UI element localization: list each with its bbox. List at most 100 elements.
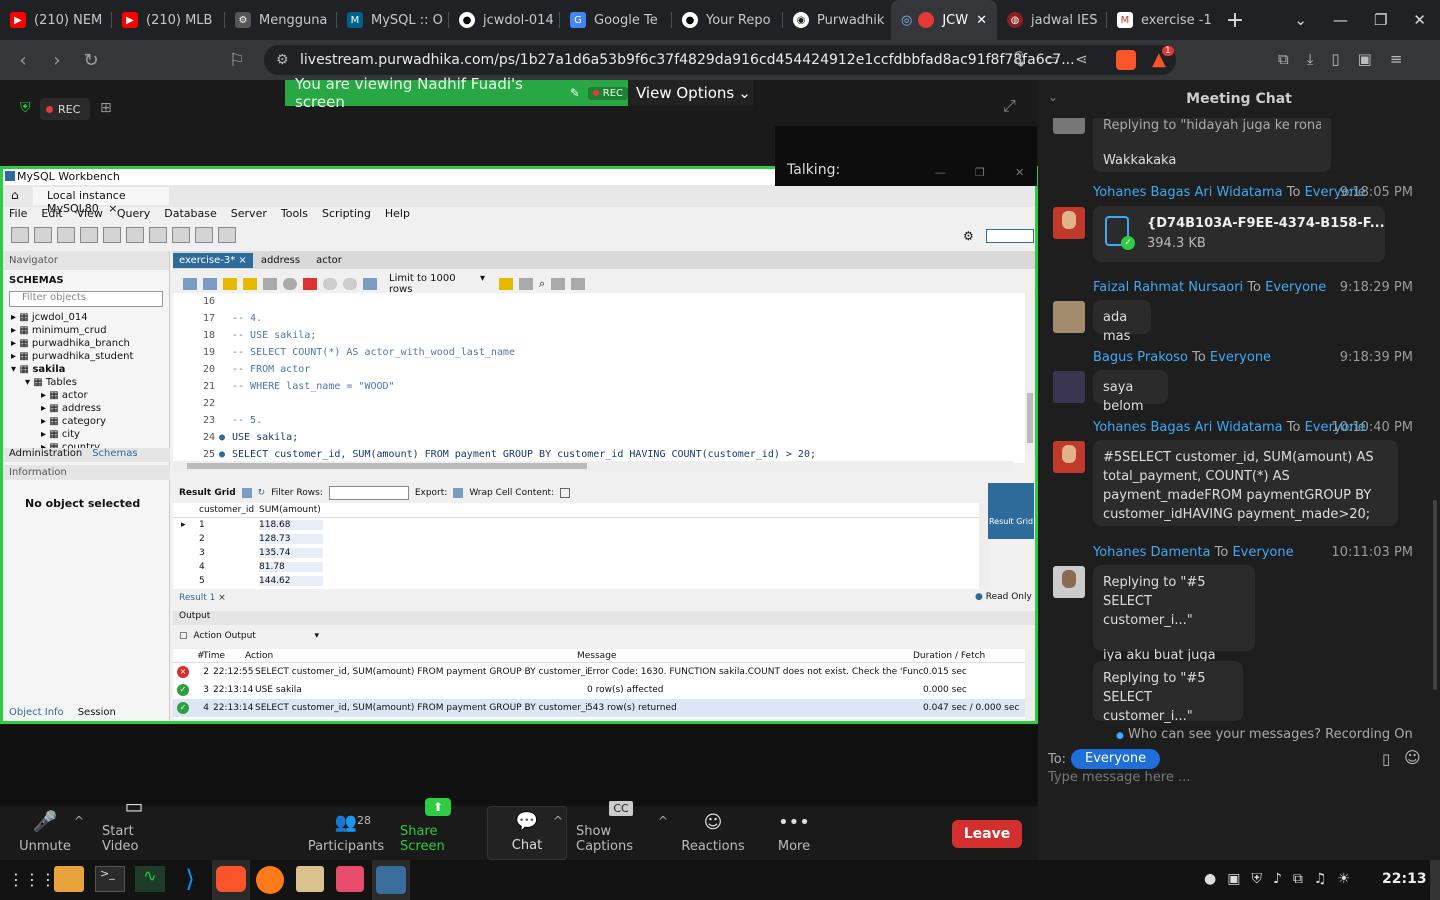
menu-icon[interactable]: ≡ [1390,50,1403,68]
app-grid-icon[interactable]: ⋮⋮⋮ [8,870,56,889]
view-options-button[interactable]: View Options ⌄ [628,80,753,106]
schema-item[interactable]: ▸ ▦ purwadhika_branch [11,337,169,350]
session-tab[interactable]: Session [78,707,116,718]
chat-scrollbar[interactable] [1433,500,1437,690]
minimize-icon[interactable]: — [935,166,946,179]
grid-view-icon[interactable]: ⊞ [100,100,112,116]
menu-file[interactable]: File [9,207,27,225]
result-1-tab[interactable]: Result 1 × [179,593,226,603]
tab-search-icon[interactable]: ⌄ [1294,11,1307,29]
open-file-icon[interactable] [183,278,197,290]
audio-options-icon[interactable]: ^ [74,814,84,828]
audio-icon[interactable]: ♫ [1314,871,1327,887]
brave-shield-icon[interactable] [1116,50,1136,70]
browser-tab[interactable]: ● jcwdol-014 [449,0,560,40]
create-table-icon[interactable] [103,227,121,243]
table-cell[interactable]: 1 [199,520,259,530]
column-header[interactable]: SUM(amount) [259,505,321,515]
brightness-icon[interactable]: ☀ [1337,871,1350,887]
terminal-icon[interactable]: >_ [95,866,125,892]
filter-objects-input[interactable]: Filter objects [9,291,163,307]
recording-notice[interactable]: ● Who can see your messages? Recording O… [1116,727,1413,742]
explain-icon[interactable] [263,278,277,290]
beautify-icon[interactable] [519,278,533,290]
output-row[interactable]: ✓ 4 22:13:14 SELECT customer_id, SUM(amount… [173,699,1025,717]
menu-help[interactable]: Help [385,207,410,225]
minimize-icon[interactable]: — [1333,11,1348,29]
site-info-icon[interactable]: ⚙ [276,52,289,68]
table-cell[interactable]: 3 [199,548,259,558]
result-grid-side-button[interactable]: Result Grid [988,483,1034,539]
browser-tab-active[interactable]: ◎ JCW ✕ [891,0,997,40]
chat-options-icon[interactable]: ^ [553,814,563,828]
table-cell[interactable]: 5 [199,576,259,586]
user-icon[interactable]: ● [1204,871,1216,887]
close-icon[interactable]: ✕ [1015,166,1024,179]
vscode-icon[interactable]: ⟩ [175,866,205,892]
schema-item[interactable]: ▸ ▦ purwadhika_student [11,350,169,363]
captions-options-icon[interactable]: ^ [658,814,668,828]
schema-item[interactable]: ▸ ▦ minimum_crud [11,324,169,337]
menu-edit[interactable]: Edit [41,207,62,225]
start-video-button[interactable]: ▭ Start Video [102,794,166,860]
output-row[interactable]: ✓ 3 22:13:14 USE sakila 0 row(s) affected 0.0… [173,681,1025,699]
browser-tab[interactable]: ▶ (210) NEM [0,0,112,40]
leave-button[interactable]: Leave [952,820,1022,848]
create-view-icon[interactable] [126,227,144,243]
wallet-icon[interactable]: ▣ [1358,50,1372,68]
layout-toggle-icon[interactable] [986,229,1034,243]
execute-line-icon[interactable] [243,278,257,290]
reconnect-icon[interactable] [218,227,236,243]
find-icon[interactable]: ⌕ [539,277,545,291]
show-captions-button[interactable]: CC Show Captions [576,801,666,860]
administration-tab[interactable]: Administration [9,448,82,462]
instance-tab[interactable]: Local instance MySQL80 × [33,187,169,215]
table-cell[interactable]: 2 [199,534,259,544]
open-sql-icon[interactable] [34,227,52,243]
menu-query[interactable]: Query [117,207,150,225]
export-icon[interactable] [453,488,464,498]
table-row[interactable]: 4 81.78 [173,560,979,574]
browser-tab[interactable]: ◍ jadwal IES [997,0,1107,40]
notification-icon[interactable]: ♪ [1273,871,1282,887]
bookmark-icon[interactable]: ⚐ [220,44,254,76]
tab-actor[interactable]: actor [308,253,350,268]
grid-icon[interactable] [241,488,252,498]
menu-tools[interactable]: Tools [281,207,308,225]
restore-icon[interactable]: ❐ [975,166,985,179]
table-cell[interactable]: 135.74 [259,548,323,558]
files-icon[interactable] [54,866,84,892]
chat-input[interactable]: Type message here ... [1048,770,1428,790]
brave-browser-icon[interactable] [216,866,246,892]
table-row[interactable]: 5 144.62 [173,574,979,588]
rec-indicator[interactable]: REC [40,98,90,120]
new-sql-tab-icon[interactable] [11,227,29,243]
commit-icon[interactable] [323,278,337,290]
share-screen-button[interactable]: ⬆ Share Screen [400,798,476,860]
wrap-icon[interactable] [560,488,571,498]
extensions-icon[interactable]: ⧉ [1278,50,1289,68]
settings-icon[interactable]: ⚙ [963,229,974,243]
participants-button[interactable]: 👥 Participants [308,806,384,860]
execute-icon[interactable] [223,278,237,290]
reactions-button[interactable]: ☺ Reactions [681,806,744,860]
column-header[interactable]: customer_id [199,505,259,515]
forward-icon[interactable]: › [40,44,74,76]
stop-icon[interactable] [283,278,297,290]
cast-icon[interactable]: ▭ [1045,50,1059,68]
system-monitor-icon[interactable]: ∿ [135,866,165,892]
menu-scripting[interactable]: Scripting [322,207,371,225]
inspector-icon[interactable] [57,227,75,243]
limit-rows-select[interactable]: Limit to 1000 rows ▾ [389,273,485,295]
autocommit-icon[interactable] [363,278,377,290]
sql-editor[interactable]: 16 17 -- 4. 18 -- USE sakila; 19 -- SELECT COU… [173,293,1025,471]
browser-tab[interactable]: ⚙ Mengguna [225,0,337,40]
close-tab-icon[interactable]: ✕ [976,13,987,28]
schemas-tab[interactable]: Schemas [92,448,137,462]
table-row[interactable]: 3 135.74 [173,546,979,560]
filter-rows-input[interactable] [328,486,409,500]
unmute-button[interactable]: 🎤 Unmute [14,806,76,860]
table-item[interactable]: ▸ ▦ city [11,428,169,441]
image-viewer-icon[interactable] [336,866,364,892]
menu-database[interactable]: Database [164,207,217,225]
